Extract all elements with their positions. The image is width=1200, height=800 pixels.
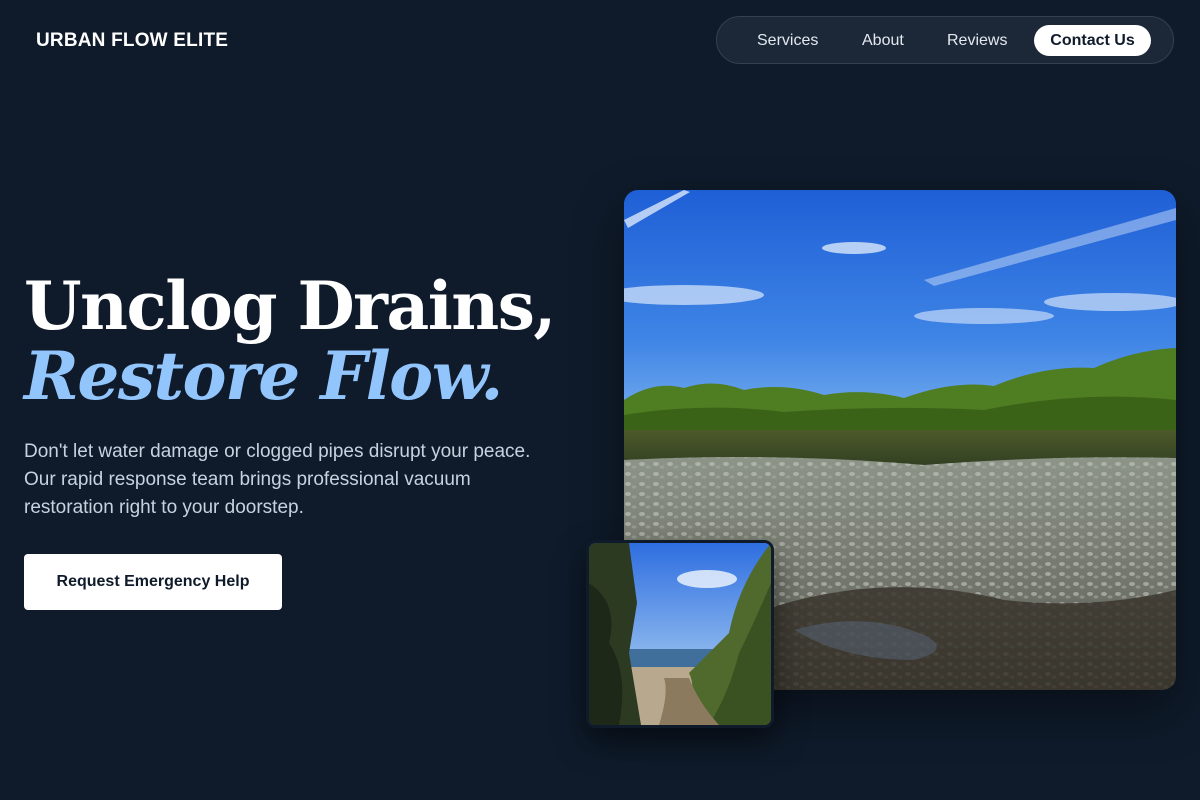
nav-link-about[interactable]: About <box>862 17 904 65</box>
page: URBAN FLOW ELITE Services About Reviews … <box>0 0 1200 800</box>
hero-description: Don't let water damage or clogged pipes … <box>24 441 531 518</box>
brand-logo[interactable]: URBAN FLOW ELITE <box>36 30 228 52</box>
main-nav: Services About Reviews Contact Us <box>716 16 1174 64</box>
nav-link-services[interactable]: Services <box>757 17 818 65</box>
hero-title-line2: Restore Flow. <box>24 337 503 415</box>
hero-title: Unclog Drains, Restore Flow. <box>24 267 556 415</box>
contact-us-button[interactable]: Contact Us <box>1034 25 1151 56</box>
request-emergency-help-button[interactable]: Request Emergency Help <box>24 554 282 610</box>
hero-title-line1: Unclog Drains, <box>24 267 556 345</box>
nav-link-reviews[interactable]: Reviews <box>947 17 1007 65</box>
hero-secondary-image <box>586 540 774 728</box>
